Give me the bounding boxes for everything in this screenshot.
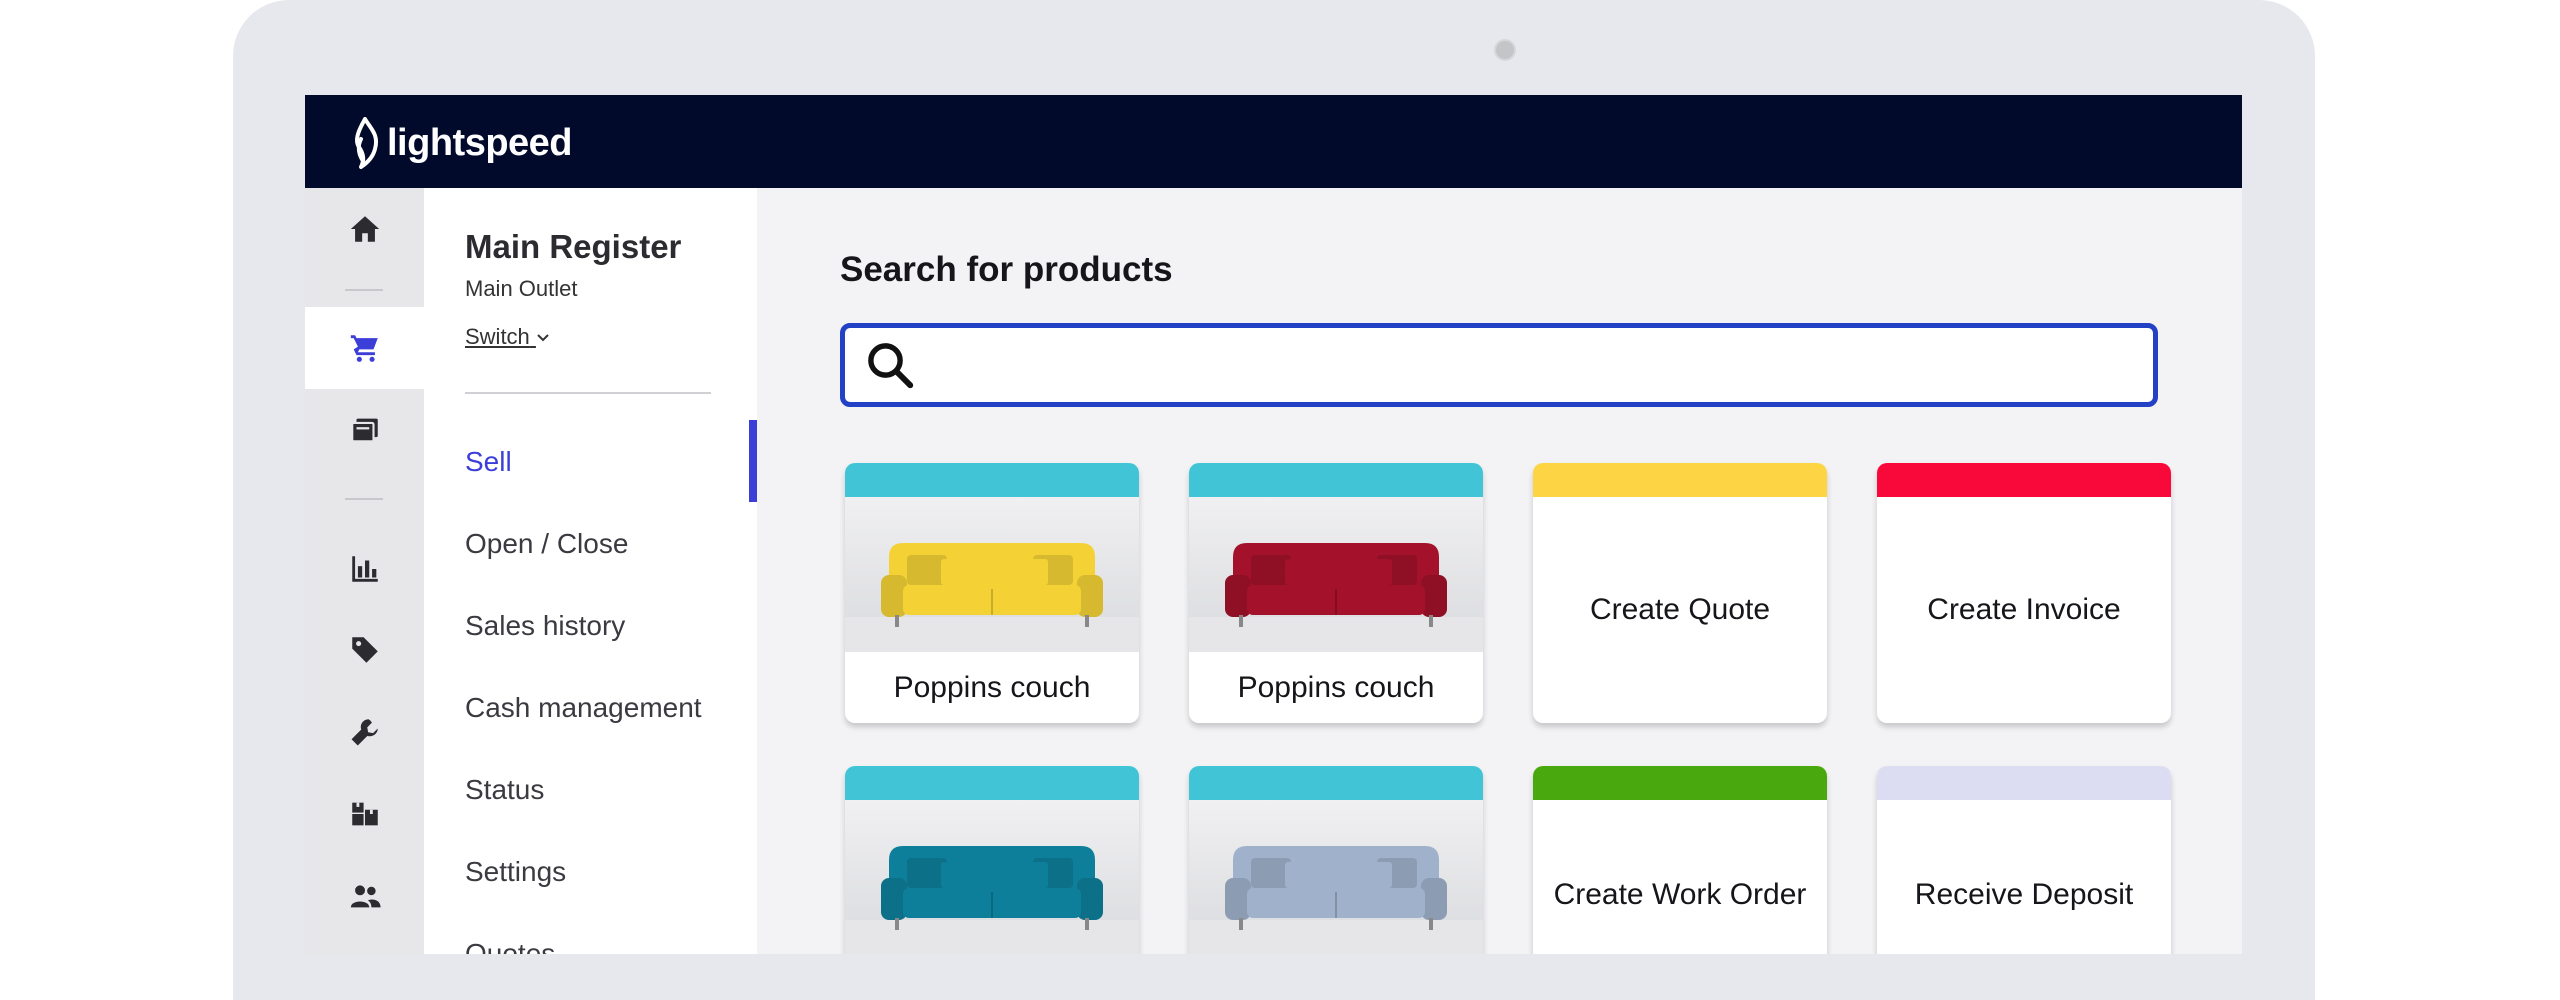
chevron-down-icon [537,334,549,342]
app-screen: lightspeed Main Register Main Outlet Swi… [305,95,2242,954]
brand-name: lightspeed [387,121,573,164]
create-quote-tile[interactable]: Create Quote [1533,463,1827,723]
customers-icon [350,885,381,908]
home-icon [350,216,379,242]
switch-label: Switch [465,324,530,349]
outlet-name: Main Outlet [465,276,578,301]
rail-promotions[interactable] [305,609,424,691]
register-title: Main Register [465,228,682,265]
rail-workorders[interactable] [305,691,424,773]
nav-item-sell[interactable]: Sell [465,446,512,478]
reports-icon [351,556,378,582]
nav-item-cash-management[interactable]: Cash management [465,692,702,724]
rail-reports[interactable] [305,528,424,610]
wrench-icon [351,719,378,746]
rail-customers[interactable] [305,855,424,937]
nav-active-indicator [749,420,757,502]
cart-icon [350,335,378,362]
rail-catalog[interactable] [305,389,424,471]
top-bar: lightspeed [305,95,2242,188]
couch-illustration [1189,846,1483,954]
icon-rail [305,188,424,954]
tile-label: Create Work Order [1553,878,1807,911]
tile-color-band [1533,463,1827,497]
tile-color-band [845,766,1139,800]
create-invoice-tile[interactable]: Create Invoice [1877,463,2171,723]
couch-illustration [1189,543,1483,652]
search-input[interactable] [929,327,2153,403]
nav-item-sales-history[interactable]: Sales history [465,610,625,642]
product-search-box[interactable] [840,323,2158,407]
tile-color-band [845,463,1139,497]
switch-register-button[interactable]: Switch [465,324,550,350]
couch-image [1189,800,1483,954]
nav-item-quotes[interactable]: Quotes [465,938,555,954]
rail-home[interactable] [305,188,424,270]
tile-label: Create Invoice [1927,593,2121,626]
tile-label: Create Quote [1589,593,1771,626]
tile-color-band [1189,766,1483,800]
camera [1494,39,1516,61]
rail-inventory[interactable] [305,773,424,855]
nav-divider [465,392,711,394]
receive-deposit-tile[interactable]: Receive Deposit [1877,766,2171,954]
tile-label: Poppins couch [1237,670,1435,704]
catalog-icon [350,418,378,443]
search-title: Search for products [840,250,1173,289]
rail-separator [345,289,383,291]
tile-color-band [1189,463,1483,497]
product-tile[interactable] [845,766,1139,954]
create-work-order-tile[interactable]: Create Work Order [1533,766,1827,954]
couch-image [845,497,1139,652]
couch-illustration [845,846,1139,954]
rail-sell[interactable] [305,307,424,389]
rail-separator [345,498,383,500]
product-tile[interactable] [1189,766,1483,954]
tile-label: Receive Deposit [1914,878,2134,911]
tile-color-band [1877,766,2171,800]
product-tile[interactable]: Poppins couch [1189,463,1483,723]
nav-item-status[interactable]: Status [465,774,544,806]
nav-item-open-close[interactable]: Open / Close [465,528,628,560]
register-nav: Main Register Main Outlet Switch Sell Op… [424,188,757,954]
tile-label: Poppins couch [893,670,1091,704]
nav-item-settings[interactable]: Settings [465,856,566,888]
couch-illustration [845,543,1139,652]
product-tile[interactable]: Poppins couch [845,463,1139,723]
tile-color-band [1877,463,2171,497]
flame-icon [355,117,378,169]
inventory-icon [351,802,378,826]
tile-color-band [1533,766,1827,800]
lightspeed-logo[interactable]: lightspeed [351,115,573,171]
couch-image [845,800,1139,954]
main-content: Search for products Poppins couch Poppin… [757,188,2242,954]
tag-icon [351,637,378,663]
search-icon [868,343,914,389]
couch-image [1189,497,1483,652]
